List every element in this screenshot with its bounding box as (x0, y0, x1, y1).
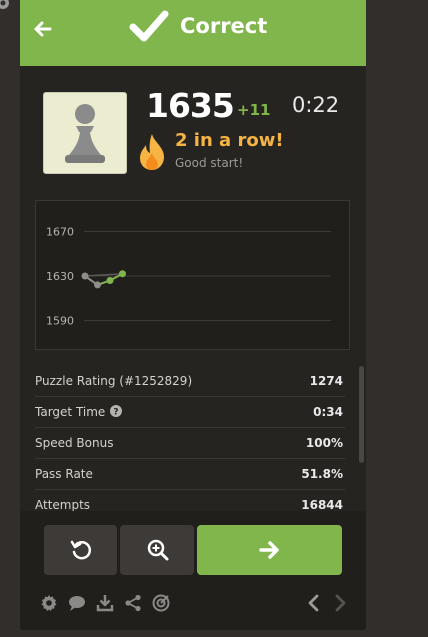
streak-subtitle: Good start! (175, 156, 244, 170)
y-tick-label: 1630 (46, 270, 74, 283)
analysis-icon (147, 539, 169, 561)
puzzle-timer: 0:22 (292, 93, 340, 117)
analysis-button[interactable] (120, 525, 194, 575)
gear-icon[interactable] (0, 0, 13, 13)
chevron-right-icon[interactable] (333, 594, 347, 612)
retry-button[interactable] (44, 525, 117, 575)
download-icon[interactable] (96, 594, 114, 612)
puzzle-stats: Puzzle Rating (#1252829) 1274 Target Tim… (35, 366, 345, 521)
result-header: Correct (20, 0, 366, 66)
checkmark-icon (129, 10, 169, 42)
stat-label: Target Time (35, 405, 106, 419)
stat-label: Puzzle Rating (#1252829) (35, 374, 193, 388)
gear-icon[interactable] (40, 594, 58, 612)
chat-icon[interactable] (68, 594, 86, 612)
chart-point (106, 276, 114, 284)
stat-row-pass-rate: Pass Rate 51.8% (35, 459, 345, 490)
chart-point (119, 270, 126, 278)
info-icon[interactable]: ? (110, 405, 122, 417)
stat-value: 51.8% (301, 467, 343, 481)
action-footer (20, 511, 366, 630)
rating-change: +11 (237, 101, 271, 119)
target-icon[interactable] (152, 594, 170, 612)
chevron-left-icon[interactable] (307, 594, 321, 612)
rating-chart: 1670 1630 1590 (35, 200, 350, 350)
rating-chart-plot: 1670 1630 1590 (46, 225, 331, 328)
svg-text:?: ? (113, 408, 118, 418)
streak-title: 2 in a row! (175, 130, 284, 151)
puzzle-panel: Correct 1635 +11 0:22 2 in a row! Good s… (20, 0, 366, 630)
stat-value: 0:34 (313, 405, 343, 419)
result-title: Correct (180, 14, 268, 38)
stat-value: 16844 (301, 498, 343, 512)
chart-point (81, 272, 89, 280)
stat-row-target-time: Target Time ? 0:34 (35, 397, 345, 428)
pawn-icon (65, 104, 105, 163)
flame-icon (140, 134, 164, 170)
puzzle-avatar (43, 92, 127, 174)
chart-point (94, 281, 101, 289)
next-arrow-icon (259, 541, 279, 559)
stats-scrollbar[interactable] (359, 366, 364, 463)
stat-row-puzzle-rating: Puzzle Rating (#1252829) 1274 (35, 366, 345, 397)
stat-label: Attempts (35, 498, 91, 512)
stat-label: Pass Rate (35, 467, 93, 481)
y-tick-label: 1590 (46, 315, 74, 328)
stat-value: 1274 (309, 374, 343, 388)
stat-label: Speed Bonus (35, 436, 114, 450)
back-arrow-icon[interactable] (33, 19, 53, 39)
retry-icon (70, 540, 92, 560)
y-tick-label: 1670 (46, 225, 74, 238)
stat-value: 100% (305, 436, 343, 450)
player-rating: 1635 (146, 86, 235, 125)
share-icon[interactable] (124, 594, 142, 612)
stat-row-speed-bonus: Speed Bonus 100% (35, 428, 345, 459)
next-puzzle-button[interactable] (197, 525, 342, 575)
